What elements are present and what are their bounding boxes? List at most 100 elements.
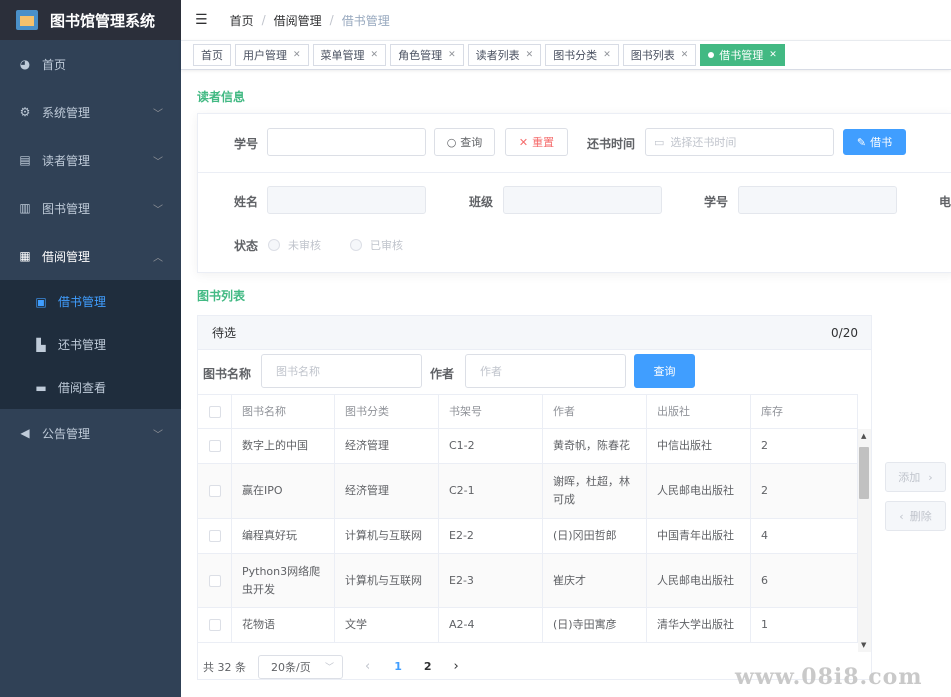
prev-page-icon[interactable]: ‹ [365, 659, 370, 674]
close-icon[interactable]: ✕ [681, 50, 689, 60]
tag-book-category[interactable]: 图书分类 ✕ [545, 44, 619, 66]
reader-section-title: 读者信息 [197, 90, 246, 104]
gear-icon: ⚙ [19, 105, 31, 119]
sidebar-item-home[interactable]: ◕ 首页 [0, 40, 181, 88]
tag-reader-list[interactable]: 读者列表 ✕ [467, 44, 542, 66]
tag-home[interactable]: 首页 [193, 44, 231, 66]
author-input[interactable]: 作者 [465, 354, 626, 388]
cell-category: 计算机与互联网 [335, 554, 439, 607]
tag-borrow-books[interactable]: 借书管理 ✕ [700, 44, 785, 66]
button-label: 查询 [653, 365, 676, 378]
row-checkbox[interactable] [208, 530, 221, 542]
divider [198, 172, 951, 173]
book-name-input[interactable]: 图书名称 [261, 354, 422, 388]
tag-label: 用户管理 [243, 49, 287, 62]
tag-label: 首页 [201, 49, 223, 62]
chevron-up-icon: ︿ [153, 253, 163, 264]
chevron-right-icon: › [928, 470, 933, 484]
breadcrumb-borrow[interactable]: 借阅管理 [274, 12, 322, 29]
scroll-thumb[interactable] [859, 447, 869, 499]
close-icon[interactable]: ✕ [448, 50, 456, 60]
radio-circle [350, 239, 362, 251]
cell-publisher: 人民邮电出版社 [647, 554, 751, 607]
reset-button[interactable]: ✕ 重置 [505, 128, 568, 156]
select-all-checkbox[interactable] [208, 405, 221, 418]
table-scrollbar[interactable]: ▲ ▼ [858, 429, 871, 652]
row-checkbox-cell [198, 519, 232, 553]
cell-publisher: 人民邮电出版社 [647, 464, 751, 518]
page-1[interactable]: 1 [394, 660, 402, 673]
button-label: 删除 [909, 510, 932, 523]
sidebar-item-borrow[interactable]: ▦ 借阅管理 ︿ [0, 232, 181, 280]
cell-author: 谢晖，杜超，林可成 [543, 464, 647, 518]
sidebar-subitem-borrow-view[interactable]: ▬ 借阅查看 [0, 366, 181, 409]
watermark: www.08i8.com [735, 664, 923, 690]
tag-roles[interactable]: 角色管理 ✕ [390, 44, 464, 66]
next-page-icon[interactable]: › [454, 659, 459, 674]
transfer-panel-left: 待选 0/20 图书名称 图书名称 作者 作者 查询 图书名称 图书分类 书架号… [197, 315, 872, 680]
table-row: 数字上的中国 经济管理 C1-2 黄奇帆，陈春花 中信出版社 2 [198, 429, 858, 464]
cell-stock: 6 [751, 554, 858, 607]
student-id-field [738, 186, 897, 214]
borrow-button[interactable]: ✎ 借书 [843, 129, 906, 155]
close-icon[interactable]: ✕ [526, 50, 534, 60]
cell-stock: 2 [751, 429, 858, 463]
row-checkbox-cell [198, 464, 232, 518]
cell-category: 文学 [335, 608, 439, 642]
student-id-input[interactable] [267, 128, 426, 156]
sidebar-subitem-borrow-books[interactable]: ▣ 借书管理 [0, 280, 181, 323]
book-query-button[interactable]: 查询 [634, 354, 695, 388]
student-id-label: 学号 [234, 137, 259, 151]
cell-stock: 4 [751, 519, 858, 553]
document-icon: ▦ [19, 249, 31, 263]
add-button[interactable]: 添加 › [885, 462, 946, 492]
books-icon: ▥ [19, 201, 31, 215]
table-row: 花物语 文学 A2-4 (日)寺田寓彦 清华大学出版社 1 [198, 608, 858, 643]
tag-menus[interactable]: 菜单管理 ✕ [312, 44, 387, 66]
row-checkbox[interactable] [208, 485, 221, 497]
author-label: 作者 [430, 367, 455, 381]
sidebar-item-readers[interactable]: ▤ 读者管理 ﹀ [0, 136, 181, 184]
close-icon[interactable]: ✕ [371, 50, 379, 60]
sidebar-item-notices[interactable]: ◀ 公告管理 ﹀ [0, 409, 181, 457]
row-checkbox[interactable] [208, 574, 221, 587]
row-checkbox[interactable] [208, 440, 221, 452]
panel-count: 0/20 [831, 325, 858, 340]
cell-author: (日)冈田哲郎 [543, 519, 647, 553]
placeholder: 图书名称 [276, 365, 320, 378]
page-size-select[interactable]: 20条/页 ﹀ [258, 654, 343, 679]
row-checkbox[interactable] [208, 619, 221, 631]
hamburger-icon[interactable]: ☰ [195, 12, 208, 28]
close-icon[interactable]: ✕ [293, 50, 301, 60]
column-header-book-name: 图书名称 [232, 395, 335, 428]
page-2[interactable]: 2 [424, 660, 432, 673]
button-label: 借书 [870, 136, 893, 149]
scroll-down-icon[interactable]: ▼ [861, 641, 866, 649]
breadcrumb-home[interactable]: 首页 [230, 12, 254, 29]
remove-button[interactable]: ‹ 删除 [885, 501, 946, 531]
chevron-down-icon: ﹀ [153, 109, 163, 120]
app-title: 图书馆管理系统 [50, 11, 156, 30]
student-id-label-2: 学号 [704, 195, 729, 209]
cell-shelf: E2-2 [439, 519, 543, 553]
close-icon[interactable]: ✕ [769, 50, 777, 60]
search-icon: ○ [446, 135, 457, 149]
tag-book-list[interactable]: 图书列表 ✕ [622, 44, 697, 66]
column-header-shelf: 书架号 [439, 395, 543, 428]
cell-category: 计算机与互联网 [335, 519, 439, 553]
close-icon[interactable]: ✕ [603, 50, 611, 60]
panel-title: 待选 [212, 326, 237, 340]
column-header-category: 图书分类 [335, 395, 439, 428]
sidebar-item-books[interactable]: ▥ 图书管理 ﹀ [0, 184, 181, 232]
books-section-title: 图书列表 [197, 289, 246, 303]
return-time-picker[interactable]: ▭ 选择还书时间 [645, 128, 834, 156]
breadcrumb-separator: / [261, 13, 266, 27]
cell-book-name: 花物语 [232, 608, 335, 642]
scroll-up-icon[interactable]: ▲ [861, 432, 866, 440]
tag-users[interactable]: 用户管理 ✕ [235, 44, 309, 66]
sidebar-item-system[interactable]: ⚙ 系统管理 ﹀ [0, 88, 181, 136]
sidebar-subitem-return-books[interactable]: ▙ 还书管理 [0, 323, 181, 366]
query-button[interactable]: ○ 查询 [434, 128, 495, 156]
sidebar-item-label: 图书管理 [42, 201, 91, 216]
cell-shelf: C1-2 [439, 429, 543, 463]
